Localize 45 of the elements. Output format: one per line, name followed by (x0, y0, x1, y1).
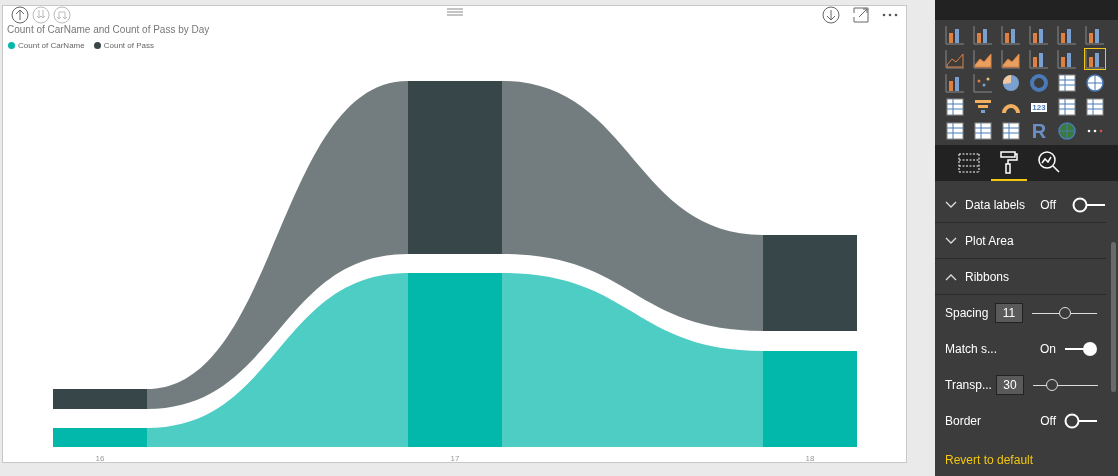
section-header[interactable]: Plot Area (935, 223, 1106, 259)
setting-label: Border (945, 414, 983, 428)
setting-label: Transp... (945, 378, 992, 392)
axis-label: 18 (805, 454, 815, 463)
toggle-switch[interactable] (1064, 341, 1098, 357)
paint-roller-icon (997, 150, 1021, 174)
line-chart-icon[interactable] (944, 48, 966, 70)
slider-thumb[interactable] (1046, 379, 1059, 391)
chevron-up-icon (945, 272, 957, 281)
more-options-icon[interactable] (882, 11, 898, 18)
toggle-state: Off (1040, 197, 1056, 212)
setting-label: Match s... (945, 342, 997, 356)
chart-title: Count of CarName and Count of Pass by Day (6, 23, 211, 37)
donut-chart-icon[interactable] (1028, 72, 1050, 94)
section-header[interactable]: Ribbons (935, 259, 1106, 295)
focus-mode-icon[interactable] (853, 6, 869, 23)
axis-label: 16 (95, 454, 105, 463)
chevron-down-icon (945, 200, 957, 209)
number-field[interactable]: 11 (995, 303, 1023, 323)
pie-chart-icon[interactable] (1000, 72, 1022, 94)
axis-label: 17 (450, 454, 460, 463)
scrollbar[interactable] (1111, 242, 1116, 392)
magnifier-chart-icon (1037, 150, 1061, 174)
slider-thumb[interactable] (1058, 307, 1071, 319)
number-field[interactable]: 30 (995, 375, 1024, 395)
matrix-icon[interactable] (1000, 120, 1022, 142)
drill-down-icon[interactable] (822, 5, 840, 24)
globe-icon[interactable] (1084, 72, 1106, 94)
revert-link[interactable]: Revert to default (935, 439, 1106, 467)
toggle-switch[interactable] (1064, 413, 1098, 429)
toggle-state: On (1040, 342, 1056, 356)
setting-label: Spacing (945, 306, 990, 320)
legend-label: Count of Pass (103, 40, 154, 50)
toggle-state: Off (1040, 414, 1056, 428)
drag-handle-icon[interactable] (447, 8, 463, 16)
area-chart-icon[interactable] (972, 48, 994, 70)
scatter-chart-icon[interactable] (972, 72, 994, 94)
table-icon (957, 150, 981, 174)
legend-label: Count of CarName (18, 40, 85, 50)
drill-up-icon[interactable] (11, 5, 29, 24)
chevron-down-icon (945, 236, 957, 245)
section-header[interactable]: Data labels Off (935, 187, 1106, 223)
table-icon[interactable] (972, 120, 994, 142)
toggle-switch[interactable] (1072, 196, 1106, 213)
stacked-area-chart-icon[interactable] (1000, 48, 1022, 70)
